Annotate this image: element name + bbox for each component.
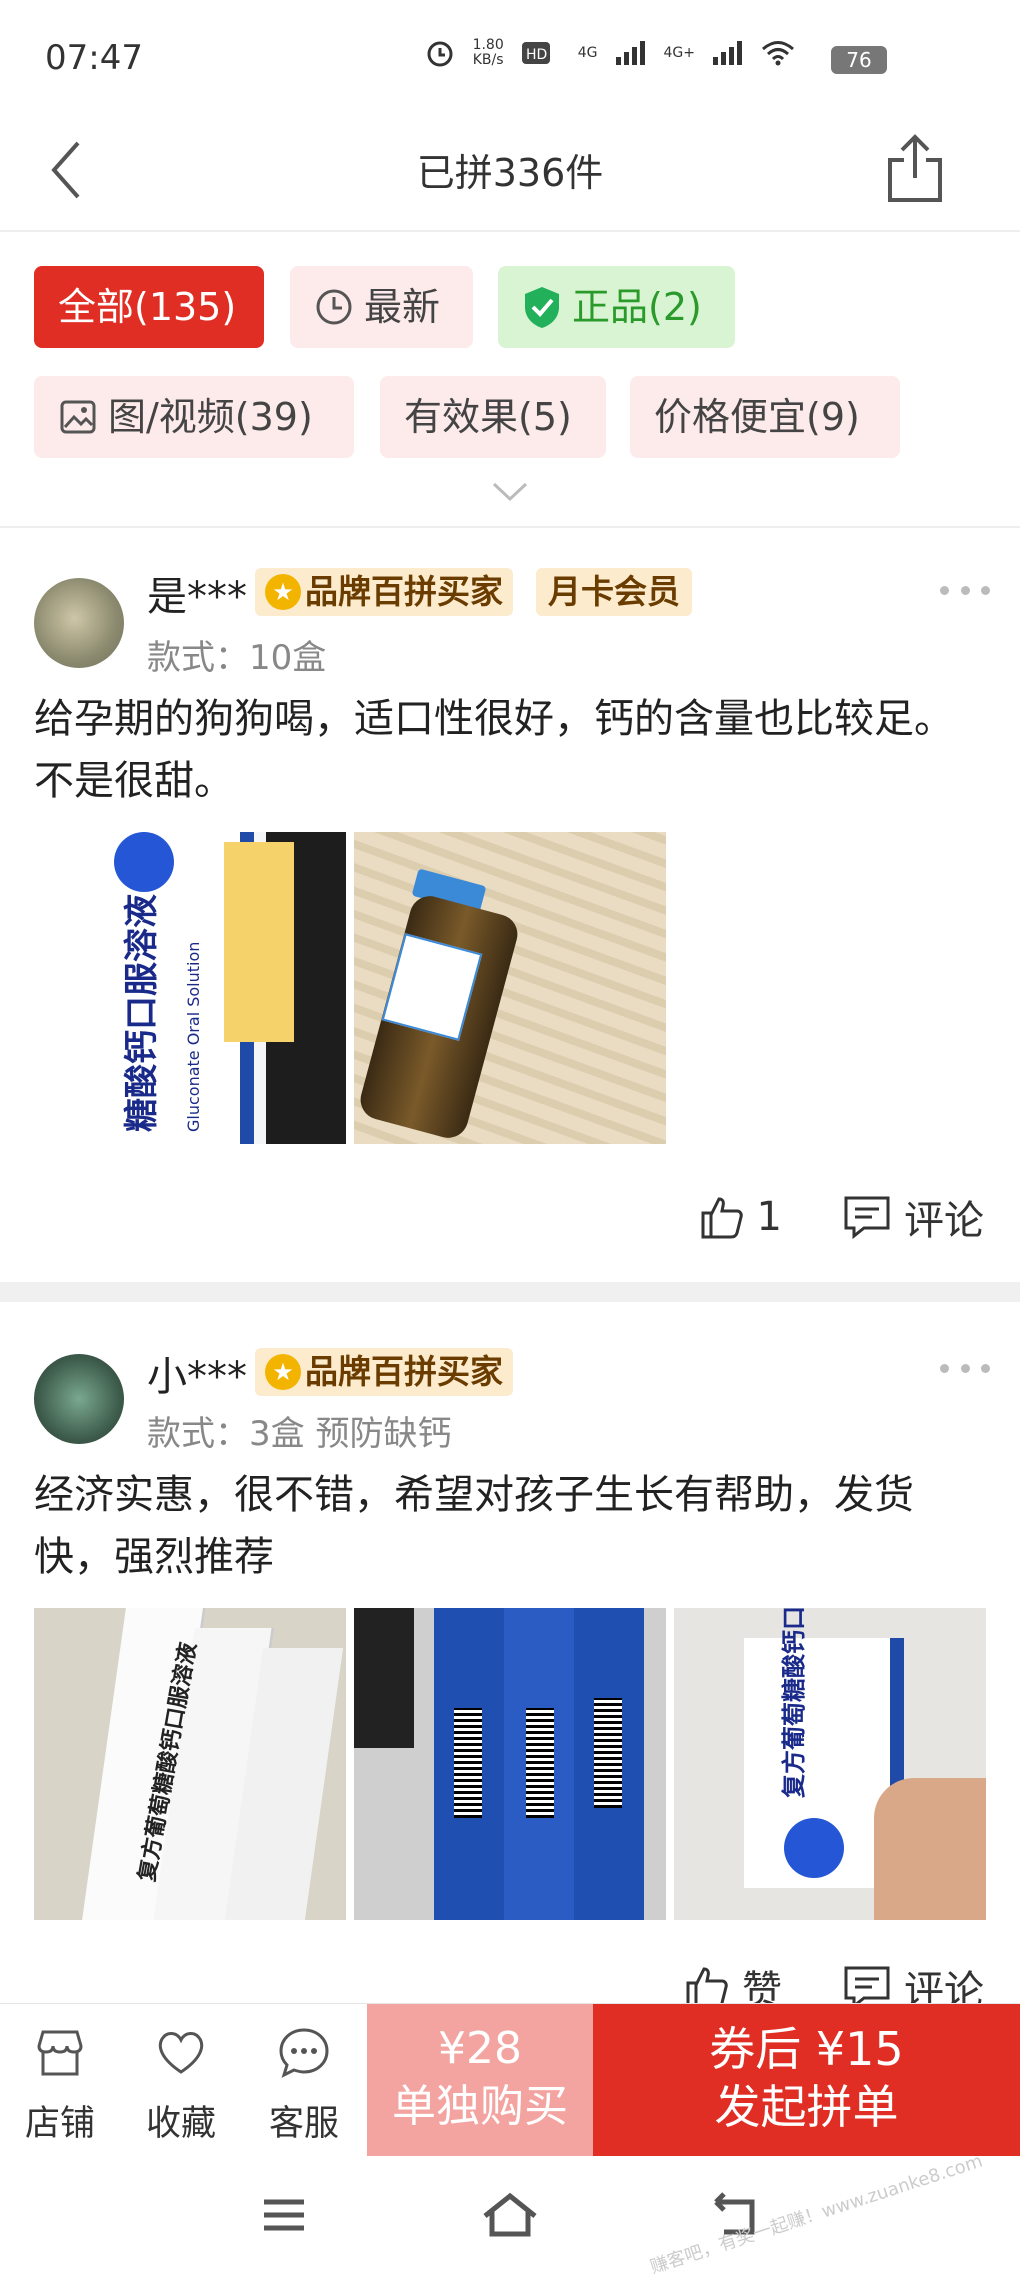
signal-4g-label: 4G: [577, 45, 598, 61]
review-photo[interactable]: 复方葡萄糖酸钙口服溶液: [674, 1608, 986, 1920]
wifi-icon: [762, 41, 794, 66]
signal-icon-2: [713, 41, 742, 65]
bottom-action-bar: 店铺 收藏 客服 ¥28 单独购买 券后 ¥15 发起拼单: [0, 2003, 1020, 2157]
thumbs-up-icon: [686, 1967, 728, 2003]
variant-label: 款式：3盒 预防缺钙: [147, 1414, 452, 1454]
home-icon[interactable]: [480, 2190, 540, 2240]
shop-button[interactable]: 店铺: [10, 2026, 110, 2146]
status-time: 07:47: [45, 38, 143, 78]
review-text: 给孕期的狗狗喝，适口性很好，钙的含量也比较足。不是很甜。: [34, 696, 954, 804]
comment-button[interactable]: 评论: [842, 1958, 984, 2003]
user-name: 是***: [147, 574, 247, 620]
customer-service-button[interactable]: 客服: [254, 2026, 354, 2146]
variant-label: 款式：10盒: [147, 638, 327, 678]
share-icon[interactable]: [880, 132, 950, 207]
menu-icon[interactable]: [254, 2190, 314, 2240]
favorite-button[interactable]: 收藏: [131, 2026, 231, 2146]
comment-icon: [844, 1196, 890, 1240]
filter-genuine[interactable]: 正品(2): [498, 266, 735, 348]
section-divider: [0, 1282, 1020, 1302]
shield-check-icon: [525, 287, 559, 328]
comment-button[interactable]: 评论: [842, 1188, 984, 1246]
filter-cheap[interactable]: 价格便宜(9): [630, 376, 900, 458]
start-group-buy-button[interactable]: 券后 ¥15 发起拼单: [593, 2004, 1020, 2157]
chevron-down-icon[interactable]: [492, 482, 528, 502]
heart-icon: [158, 2032, 204, 2074]
system-nav-bar: [0, 2156, 1020, 2274]
filter-all[interactable]: 全部(135): [34, 266, 264, 348]
review-text: 经济实惠，很不错，希望对孩子生长有帮助，发货快，强烈推荐: [34, 1472, 914, 1580]
star-icon: ★: [265, 574, 301, 610]
svg-text:HD: HD: [526, 47, 547, 63]
filter-media[interactable]: 图/视频(39): [34, 376, 354, 458]
store-icon: [37, 2030, 83, 2076]
status-bar: 07:47 1.80 KB/s HD 4G 4G+ 76: [0, 0, 1020, 110]
hd-icon: HD: [521, 42, 550, 64]
review-actions: 1 评论: [697, 1188, 984, 1246]
buy-alone-button[interactable]: ¥28 单独购买: [367, 2004, 593, 2157]
more-options-icon[interactable]: [940, 1364, 990, 1378]
comment-icon: [844, 1966, 890, 2003]
network-speed: 1.80 KB/s: [472, 37, 504, 68]
filter-latest[interactable]: 最新: [290, 266, 473, 348]
header: 已拼336件: [0, 110, 1020, 232]
page-title: 已拼336件: [416, 151, 604, 195]
like-button[interactable]: 赞: [682, 1958, 782, 2003]
avatar[interactable]: [34, 578, 124, 668]
screen: 07:47 1.80 KB/s HD 4G 4G+ 76 已拼336件 全部(13…: [0, 0, 1020, 2274]
buyer-badge: ★ 品牌百拼买家: [255, 1348, 513, 1396]
alarm-icon: [427, 41, 453, 67]
like-button[interactable]: 1: [697, 1193, 782, 1241]
more-options-icon[interactable]: [940, 586, 990, 600]
review-item: 是*** ★ 品牌百拼买家 月卡会员 款式：10盒 给孕期的狗狗喝，适口性很好，…: [0, 530, 1020, 1282]
review-photo[interactable]: 糖酸钙口服溶液 Gluconate Oral Solution: [34, 832, 346, 1144]
buyer-badge: ★ 品牌百拼买家: [255, 568, 513, 616]
review-photo[interactable]: 复方葡萄糖酸钙口服溶液: [34, 1608, 346, 1920]
image-icon: [60, 400, 96, 434]
member-badge: 月卡会员: [536, 568, 692, 616]
clock-icon: [316, 289, 352, 325]
review-filters: 全部(135) 最新 正品(2) 图/视频(39) 有效果(5) 价格便宜(9): [0, 232, 1020, 528]
user-name: 小***: [147, 1354, 247, 1400]
review-photo[interactable]: [354, 832, 666, 1144]
chat-bubble-icon: [279, 2028, 329, 2078]
review-item: 小*** ★ 品牌百拼买家 款式：3盒 预防缺钙 经济实惠，很不错，希望对孩子生…: [0, 1302, 1020, 2003]
review-photo[interactable]: [354, 1608, 666, 1920]
signal-4gplus-label: 4G+: [663, 45, 696, 61]
star-icon: ★: [265, 1354, 301, 1390]
battery-indicator: 76: [831, 46, 887, 74]
review-actions: 赞 评论: [682, 1958, 984, 2003]
filter-effective[interactable]: 有效果(5): [380, 376, 606, 458]
avatar[interactable]: [34, 1354, 124, 1444]
status-icons: 1.80 KB/s HD 4G 4G+: [425, 38, 795, 68]
signal-icon: [615, 41, 645, 65]
thumbs-up-icon: [701, 1197, 743, 1239]
